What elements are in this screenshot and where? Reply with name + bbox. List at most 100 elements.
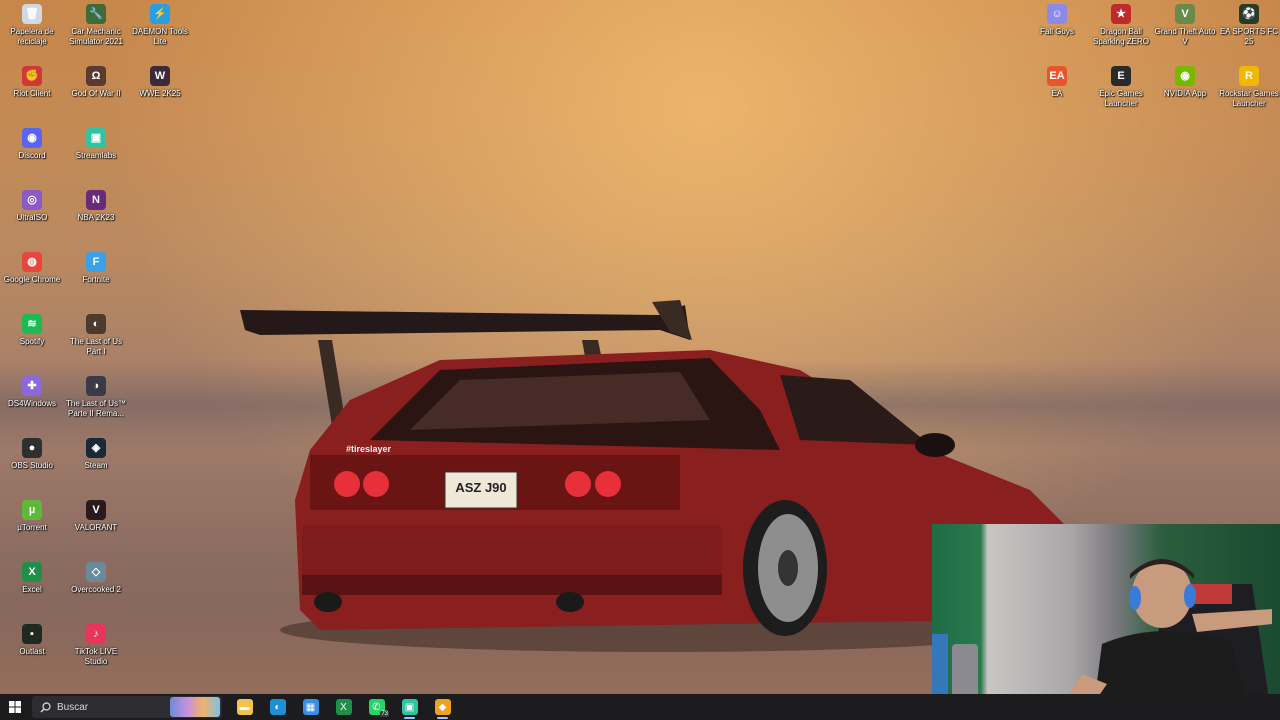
tiktok-live-icon: ♪ bbox=[86, 624, 106, 644]
desktop-shortcut[interactable]: ✊ Riot Client bbox=[0, 64, 64, 99]
desktop-shortcut-label: Outlast bbox=[19, 647, 45, 656]
desktop-shortcut[interactable]: 🗑 Papelera de reciclaje bbox=[0, 2, 64, 47]
desktop-shortcut-label: UltraISO bbox=[16, 213, 48, 222]
desktop-shortcut[interactable]: ⚡ DAEMON Tools Lite bbox=[128, 2, 192, 47]
wallpaper-sticker-text: #tireslayer bbox=[346, 444, 392, 454]
desktop-shortcut-label: Excel bbox=[22, 585, 42, 594]
desktop-shortcut-label: Spotify bbox=[19, 337, 45, 346]
desktop-shortcut-label: NBA 2K23 bbox=[77, 213, 115, 222]
desktop-shortcut[interactable]: µ µTorrent bbox=[0, 498, 64, 533]
notification-badge: 73 bbox=[380, 711, 389, 717]
desktop-shortcut[interactable]: X Excel bbox=[0, 560, 64, 595]
desktop-shortcut-label: OBS Studio bbox=[11, 461, 53, 470]
desktop-shortcut[interactable]: ▣ Streamlabs bbox=[64, 126, 128, 161]
edge-icon: ◐ bbox=[269, 699, 286, 715]
spotify-icon: ≋ bbox=[22, 314, 42, 334]
microsoft-store-icon: ▦ bbox=[302, 699, 319, 715]
desktop-shortcut[interactable]: V Grand Theft Auto V bbox=[1153, 2, 1217, 47]
desktop-shortcut[interactable]: ◉ NVIDIA App bbox=[1153, 64, 1217, 99]
desktop-shortcut-label: Papelera de reciclaje bbox=[10, 27, 54, 46]
recycle-bin-icon: 🗑 bbox=[22, 4, 42, 24]
desktop-shortcut[interactable]: ◍ Google Chrome bbox=[0, 250, 64, 285]
valorant-icon: V bbox=[86, 500, 106, 520]
desktop-shortcut[interactable]: F Fortnite bbox=[64, 250, 128, 285]
file-explorer-icon: ▬ bbox=[236, 699, 253, 715]
car-mechanic-icon: 🔧 bbox=[86, 4, 106, 24]
desktop-shortcut[interactable]: 🔧 Car Mechanic Simulator 2021 bbox=[64, 2, 128, 47]
desktop-shortcut[interactable]: ◉ Discord bbox=[0, 126, 64, 161]
desktop-shortcut-label: Grand Theft Auto V bbox=[1154, 27, 1216, 46]
ea-fc-icon: ⚽ bbox=[1239, 4, 1259, 24]
desktop-shortcut[interactable]: N NBA 2K23 bbox=[64, 188, 128, 223]
desktop-shortcut[interactable]: ◑ The Last of Us™ Parte II Rema... bbox=[64, 374, 128, 419]
dragon-ball-icon: ★ bbox=[1111, 4, 1131, 24]
desktop-shortcut-label: Fall Guys bbox=[1040, 27, 1074, 36]
desktop-shortcut[interactable]: Ω God Of War II bbox=[64, 64, 128, 99]
desktop-shortcut-label: Streamlabs bbox=[75, 151, 117, 160]
taskbar-app-button[interactable]: X bbox=[327, 694, 360, 720]
last-of-us-2-icon: ◑ bbox=[86, 376, 106, 396]
ultraiso-icon: ◎ bbox=[22, 190, 42, 210]
desktop-shortcut[interactable]: ● OBS Studio bbox=[0, 436, 64, 471]
desktop-shortcut-label: Google Chrome bbox=[3, 275, 61, 284]
nvidia-icon: ◉ bbox=[1175, 66, 1195, 86]
excel-icon: X bbox=[22, 562, 42, 582]
desktop-shortcut[interactable]: R Rockstar Games Launcher bbox=[1217, 64, 1280, 109]
desktop-shortcut-label: Dragon Ball Sparking ZERO bbox=[1092, 27, 1150, 46]
desktop-shortcut-label: The Last of Us Part I bbox=[69, 337, 123, 356]
desktop-shortcut-label: EA bbox=[1051, 89, 1063, 98]
rockstar-icon: R bbox=[1239, 66, 1259, 86]
desktop-shortcut-label: DS4Windows bbox=[7, 399, 56, 408]
desktop-shortcut[interactable]: ⚽ EA SPORTS FC 25 bbox=[1217, 2, 1280, 47]
desktop-shortcut-label: Riot Client bbox=[13, 89, 51, 98]
desktop-shortcut[interactable]: E Epic Games Launcher bbox=[1089, 64, 1153, 109]
discord-icon: ◉ bbox=[22, 128, 42, 148]
desktop-shortcut[interactable]: ♪ TikTok LIVE Studio bbox=[64, 622, 128, 667]
search-highlight-image bbox=[170, 697, 220, 717]
taskbar-search-box[interactable]: Buscar bbox=[32, 696, 222, 718]
last-of-us-icon: ◐ bbox=[86, 314, 106, 334]
wwe-icon: W bbox=[150, 66, 170, 86]
god-of-war-icon: Ω bbox=[86, 66, 106, 86]
taskbar-pinned-apps: ▬ ◐ ▦ X ✆ 73 ▣ ◆ bbox=[228, 694, 459, 720]
desktop-shortcut[interactable]: ☺ Fall Guys bbox=[1025, 2, 1089, 37]
desktop-shortcut[interactable]: ★ Dragon Ball Sparking ZERO bbox=[1089, 2, 1153, 47]
desktop-shortcut-label: DAEMON Tools Lite bbox=[132, 27, 188, 46]
desktop-shortcut-label: EA SPORTS FC 25 bbox=[1219, 27, 1279, 46]
taskbar-app-button[interactable]: ◐ bbox=[261, 694, 294, 720]
obs-icon: ● bbox=[22, 438, 42, 458]
desktop-shortcut-label: The Last of Us™ Parte II Rema... bbox=[65, 399, 127, 418]
desktop-shortcut-label: Steam bbox=[84, 461, 108, 470]
desktop-shortcut[interactable]: ◐ The Last of Us Part I bbox=[64, 312, 128, 357]
ds4windows-icon: ✚ bbox=[22, 376, 42, 396]
desktop-shortcut-label: Overcooked 2 bbox=[71, 585, 121, 594]
taskbar-app-button[interactable]: ✆ 73 bbox=[360, 694, 393, 720]
desktop-shortcut[interactable]: ≋ Spotify bbox=[0, 312, 64, 347]
desktop-shortcut[interactable]: ▪ Outlast bbox=[0, 622, 64, 657]
start-button[interactable] bbox=[0, 694, 30, 720]
taskbar-app-button[interactable]: ▬ bbox=[228, 694, 261, 720]
desktop-shortcut[interactable]: ◇ Overcooked 2 bbox=[64, 560, 128, 595]
desktop-shortcut-label: Fortnite bbox=[82, 275, 110, 284]
taskbar-app-button[interactable]: ▦ bbox=[294, 694, 327, 720]
windows-logo-icon bbox=[9, 701, 21, 713]
desktop-shortcut[interactable]: ◎ UltraISO bbox=[0, 188, 64, 223]
utorrent-icon: µ bbox=[22, 500, 42, 520]
search-placeholder: Buscar bbox=[57, 701, 89, 713]
ea-icon: EA bbox=[1047, 66, 1067, 86]
streamlabs-icon: ▣ bbox=[86, 128, 106, 148]
taskbar-app-button[interactable]: ▣ bbox=[393, 694, 426, 720]
desktop-shortcut-label: Epic Games Launcher bbox=[1099, 89, 1143, 108]
desktop-shortcut[interactable]: ✚ DS4Windows bbox=[0, 374, 64, 409]
overcooked-icon: ◇ bbox=[86, 562, 106, 582]
taskbar-app-button[interactable]: ◆ bbox=[426, 694, 459, 720]
steam-icon: ◈ bbox=[86, 438, 106, 458]
webcam-overlay bbox=[932, 524, 1280, 720]
search-icon bbox=[40, 701, 51, 712]
desktop-shortcut[interactable]: EA EA bbox=[1025, 64, 1089, 99]
desktop-shortcut[interactable]: W WWE 2K25 bbox=[128, 64, 192, 99]
desktop-shortcut-label: VALORANT bbox=[74, 523, 118, 532]
desktop-shortcut[interactable]: ◈ Steam bbox=[64, 436, 128, 471]
streamlabs-taskbar-icon: ▣ bbox=[401, 699, 418, 715]
desktop-shortcut[interactable]: V VALORANT bbox=[64, 498, 128, 533]
